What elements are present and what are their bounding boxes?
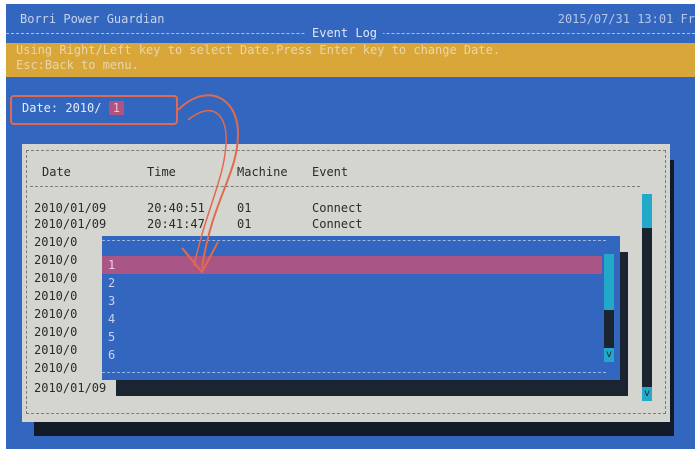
terminal-screen: Borri Power Guardian 2015/07/31 13:01 Fr… <box>6 4 695 449</box>
annotation-arrow-icon <box>177 94 240 274</box>
